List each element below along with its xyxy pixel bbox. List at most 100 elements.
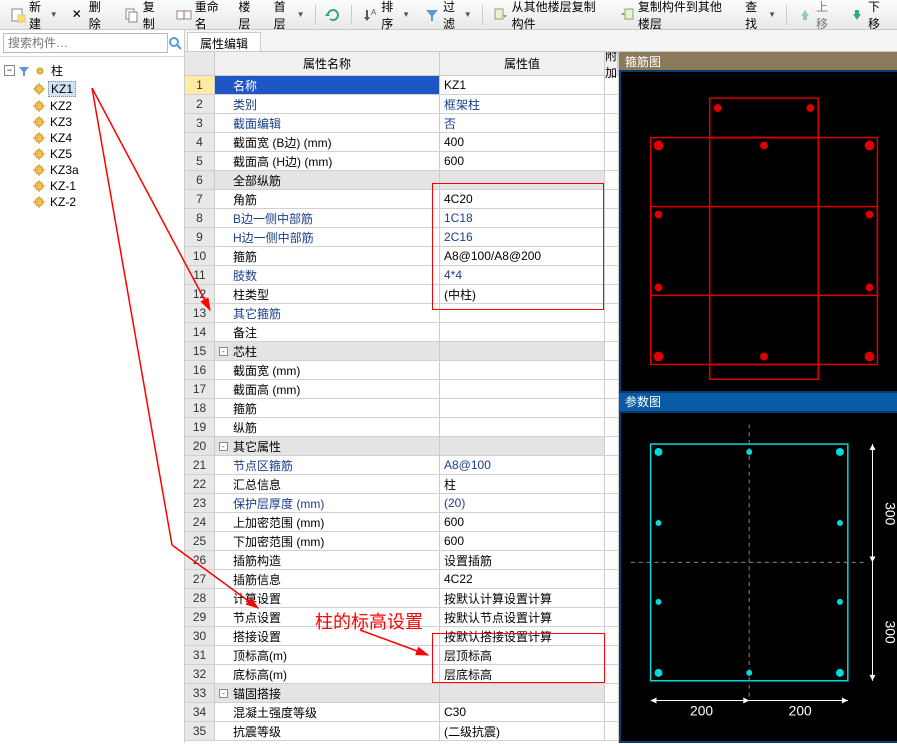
new-button[interactable]: 新建 ▼: [4, 0, 64, 34]
refresh-button[interactable]: [319, 5, 347, 25]
prop-row[interactable]: 14备注: [185, 323, 618, 342]
prop-row[interactable]: 20-其它属性: [185, 437, 618, 456]
prop-row-value[interactable]: A8@100: [440, 456, 605, 474]
prop-row[interactable]: 2类别框架柱: [185, 95, 618, 114]
prop-row-value[interactable]: [440, 684, 605, 702]
sort-button[interactable]: A 排序 ▼: [356, 0, 416, 34]
prop-row-value[interactable]: 600: [440, 532, 605, 550]
expand-icon[interactable]: -: [219, 347, 228, 356]
prop-row-value[interactable]: (二级抗震): [440, 722, 605, 740]
prop-row[interactable]: 17截面高 (mm): [185, 380, 618, 399]
prop-row[interactable]: 5截面高 (H边) (mm)600: [185, 152, 618, 171]
copy-button[interactable]: 复制: [118, 0, 168, 34]
prop-row-value[interactable]: 4*4: [440, 266, 605, 284]
move-up-button[interactable]: 上移: [791, 0, 841, 34]
delete-button[interactable]: ✕ 删除: [66, 0, 116, 34]
prop-row-value[interactable]: 层顶标高: [440, 646, 605, 664]
prop-row-value[interactable]: [440, 418, 605, 436]
prop-row-value[interactable]: [440, 437, 605, 455]
prop-row-value[interactable]: 2C16: [440, 228, 605, 246]
prop-row-value[interactable]: 柱: [440, 475, 605, 493]
tree-root[interactable]: − 柱: [2, 61, 182, 80]
prop-row[interactable]: 6全部纵筋: [185, 171, 618, 190]
prop-row[interactable]: 27插筋信息4C22: [185, 570, 618, 589]
prop-row[interactable]: 12柱类型(中柱): [185, 285, 618, 304]
prop-row-value[interactable]: [440, 304, 605, 322]
prop-row-value[interactable]: 400: [440, 133, 605, 151]
tree-item[interactable]: KZ5: [30, 146, 182, 162]
collapse-icon[interactable]: −: [4, 65, 15, 76]
tab-properties[interactable]: 属性编辑: [187, 32, 261, 51]
floor-button[interactable]: 楼层: [232, 0, 265, 34]
prop-row-value[interactable]: 否: [440, 114, 605, 132]
prop-row-value[interactable]: 4C20: [440, 190, 605, 208]
copy-to-button[interactable]: 复制构件到其他楼层: [613, 0, 737, 34]
header-value[interactable]: 属性值: [440, 52, 605, 75]
prop-row-value[interactable]: [440, 399, 605, 417]
prop-row[interactable]: 7角筋4C20: [185, 190, 618, 209]
prop-row-value[interactable]: 层底标高: [440, 665, 605, 683]
prop-row[interactable]: 24上加密范围 (mm)600: [185, 513, 618, 532]
prop-row-value[interactable]: 600: [440, 513, 605, 531]
prop-row[interactable]: 31顶标高(m)层顶标高: [185, 646, 618, 665]
prop-row[interactable]: 9H边一侧中部筋2C16: [185, 228, 618, 247]
prop-row[interactable]: 33-锚固搭接: [185, 684, 618, 703]
prop-row[interactable]: 28计算设置按默认计算设置计算: [185, 589, 618, 608]
prop-row-value[interactable]: [440, 323, 605, 341]
header-name[interactable]: 属性名称: [215, 52, 440, 75]
tree-item[interactable]: KZ1: [30, 80, 182, 98]
prop-row-value[interactable]: 600: [440, 152, 605, 170]
filter-button[interactable]: 过滤 ▼: [418, 0, 478, 34]
prop-row[interactable]: 4截面宽 (B边) (mm)400: [185, 133, 618, 152]
param-diagram[interactable]: 200 200 300 300: [619, 411, 897, 743]
tree-item[interactable]: KZ2: [30, 98, 182, 114]
search-button[interactable]: 查找 ▼: [739, 0, 782, 34]
prop-row-value[interactable]: A8@100/A8@200: [440, 247, 605, 265]
prop-row-value[interactable]: (中柱): [440, 285, 605, 303]
prop-row[interactable]: 25下加密范围 (mm)600: [185, 532, 618, 551]
search-icon-button[interactable]: [168, 33, 182, 53]
prop-row[interactable]: 11肢数4*4: [185, 266, 618, 285]
header-extra[interactable]: 附加: [605, 52, 618, 75]
prop-row-value[interactable]: 按默认节点设置计算: [440, 608, 605, 626]
prop-row[interactable]: 34混凝土强度等级C30: [185, 703, 618, 722]
prop-row[interactable]: 13其它箍筋: [185, 304, 618, 323]
prop-row[interactable]: 35抗震等级(二级抗震): [185, 722, 618, 741]
tree-item[interactable]: KZ4: [30, 130, 182, 146]
move-down-button[interactable]: 下移: [843, 0, 893, 34]
prop-row[interactable]: 15-芯柱: [185, 342, 618, 361]
prop-row[interactable]: 30搭接设置按默认搭接设置计算: [185, 627, 618, 646]
tree-item[interactable]: KZ-2: [30, 194, 182, 210]
prop-row-value[interactable]: 1C18: [440, 209, 605, 227]
prop-row[interactable]: 8B边一侧中部筋1C18: [185, 209, 618, 228]
prop-row[interactable]: 3截面编辑否: [185, 114, 618, 133]
copy-from-button[interactable]: 从其他楼层复制构件: [487, 0, 611, 34]
prop-row[interactable]: 10箍筋A8@100/A8@200: [185, 247, 618, 266]
tree-item[interactable]: KZ3a: [30, 162, 182, 178]
prop-row[interactable]: 26插筋构造设置插筋: [185, 551, 618, 570]
prop-row[interactable]: 32底标高(m)层底标高: [185, 665, 618, 684]
prop-row-value[interactable]: [440, 361, 605, 379]
prop-row[interactable]: 18箍筋: [185, 399, 618, 418]
prop-row-value[interactable]: 4C22: [440, 570, 605, 588]
prop-row-value[interactable]: 框架柱: [440, 95, 605, 113]
prop-row-value[interactable]: [440, 171, 605, 189]
prop-row-value[interactable]: C30: [440, 703, 605, 721]
stirrup-diagram[interactable]: [619, 70, 897, 393]
tree-item[interactable]: KZ-1: [30, 178, 182, 194]
prop-row-value[interactable]: 按默认搭接设置计算: [440, 627, 605, 645]
expand-icon[interactable]: -: [219, 689, 228, 698]
prop-row[interactable]: 22汇总信息柱: [185, 475, 618, 494]
first-floor-select[interactable]: 首层 ▼: [268, 0, 311, 34]
prop-row-value[interactable]: [440, 342, 605, 360]
prop-row[interactable]: 23保护层厚度 (mm)(20): [185, 494, 618, 513]
prop-row[interactable]: 19纵筋: [185, 418, 618, 437]
prop-row[interactable]: 29节点设置按默认节点设置计算: [185, 608, 618, 627]
prop-row[interactable]: 16截面宽 (mm): [185, 361, 618, 380]
prop-row-value[interactable]: (20): [440, 494, 605, 512]
prop-row-value[interactable]: 设置插筋: [440, 551, 605, 569]
prop-row-value[interactable]: [440, 380, 605, 398]
tree-item[interactable]: KZ3: [30, 114, 182, 130]
prop-row-value[interactable]: 按默认计算设置计算: [440, 589, 605, 607]
prop-row[interactable]: 1名称KZ1: [185, 76, 618, 95]
